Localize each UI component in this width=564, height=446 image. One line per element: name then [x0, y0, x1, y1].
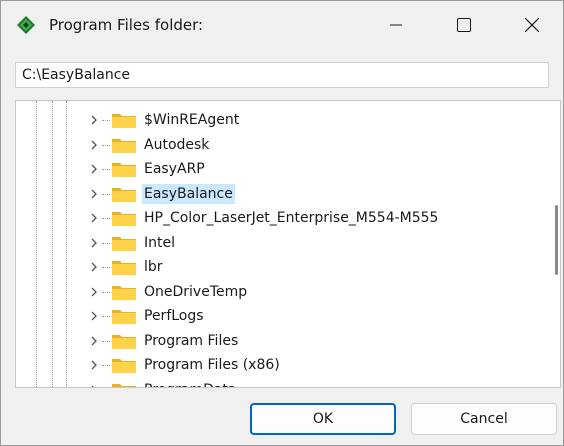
tree-item[interactable]: OneDriveTemp — [16, 280, 536, 304]
chevron-right-icon[interactable] — [88, 335, 100, 347]
tree-item[interactable]: lbr — [16, 255, 536, 279]
tree-scrollbar[interactable] — [555, 205, 558, 275]
folder-icon — [112, 261, 136, 275]
folder-icon — [112, 138, 136, 153]
tree-item-label: OneDriveTemp — [144, 283, 248, 300]
chevron-right-icon[interactable] — [88, 139, 100, 151]
chevron-right-icon[interactable] — [88, 286, 100, 298]
folder-icon — [112, 310, 136, 324]
tree-item-label: HP_Color_LaserJet_Enterprise_M554-M555 — [144, 210, 439, 226]
tree-connector — [102, 120, 110, 121]
tree-item[interactable]: Intel — [16, 231, 536, 255]
tree-connector — [102, 365, 110, 366]
folder-path-input[interactable] — [15, 62, 549, 88]
close-icon — [525, 18, 539, 32]
tree-item-label: Program Files (x86) — [144, 357, 280, 373]
folder-icon — [112, 187, 136, 202]
tree-connector — [102, 316, 110, 317]
folder-icon — [112, 285, 136, 300]
tree-item[interactable]: EasyARP — [16, 157, 536, 181]
chevron-right-icon[interactable] — [88, 261, 100, 273]
window-title: Program Files folder: — [49, 16, 204, 34]
tree-item[interactable]: Program Files (x86) — [16, 353, 536, 377]
folder-tree[interactable]: $WinREAgent Autodesk EasyARP EasyBalance HP_… — [15, 100, 561, 388]
chevron-right-icon[interactable] — [88, 188, 100, 200]
tree-item-label: Intel — [144, 234, 175, 251]
chevron-right-icon[interactable] — [88, 310, 100, 322]
tree-connector — [102, 218, 110, 219]
tree-item[interactable]: EasyBalance — [16, 182, 536, 206]
tree-connector — [102, 340, 110, 342]
folder-icon — [112, 383, 136, 387]
tree-item[interactable]: Program Files — [16, 329, 536, 353]
minimize-button[interactable] — [373, 1, 419, 49]
tree-connector — [102, 193, 110, 195]
chevron-right-icon[interactable] — [88, 384, 100, 389]
ok-button[interactable]: OK — [250, 403, 396, 435]
chevron-right-icon[interactable] — [88, 212, 100, 224]
tree-item-label: Autodesk — [144, 136, 210, 153]
folder-icon — [112, 163, 136, 177]
folder-icon — [112, 236, 136, 251]
title-bar[interactable]: Program Files folder: — [1, 1, 563, 49]
folder-icon — [112, 114, 136, 128]
maximize-icon — [457, 18, 471, 32]
app-icon — [17, 16, 35, 34]
maximize-button[interactable] — [441, 1, 487, 49]
tree-connector — [102, 242, 110, 244]
tree-item-label: lbr — [144, 259, 163, 275]
folder-icon — [112, 212, 136, 226]
cancel-button[interactable]: Cancel — [411, 403, 557, 435]
close-button[interactable] — [509, 1, 555, 49]
folder-icon — [112, 334, 136, 349]
tree-item[interactable]: HP_Color_LaserJet_Enterprise_M554-M555 — [16, 206, 536, 230]
tree-item-label: EasyBalance — [142, 183, 235, 204]
tree-item[interactable]: Autodesk — [16, 133, 536, 157]
tree-item-label: Program Files — [144, 332, 239, 349]
tree-connector — [102, 291, 110, 293]
chevron-right-icon[interactable] — [88, 359, 100, 371]
tree-item-label: EasyARP — [144, 161, 205, 177]
tree-item[interactable]: PerfLogs — [16, 304, 536, 328]
folder-icon — [112, 359, 136, 373]
tree-item-label: PerfLogs — [144, 308, 204, 324]
minimize-icon — [390, 24, 402, 26]
tree-item[interactable]: $WinREAgent — [16, 108, 536, 132]
chevron-right-icon[interactable] — [88, 114, 100, 126]
tree-item[interactable]: ProgramData — [16, 378, 536, 389]
tree-item-label: ProgramData — [142, 380, 239, 388]
tree-item-label: $WinREAgent — [144, 112, 240, 128]
program-files-dialog: Program Files folder: $WinREAgent Autodes… — [0, 0, 564, 446]
tree-connector — [102, 144, 110, 146]
chevron-right-icon[interactable] — [88, 163, 100, 175]
tree-connector — [102, 267, 110, 268]
chevron-right-icon[interactable] — [88, 237, 100, 249]
tree-connector — [102, 169, 110, 170]
